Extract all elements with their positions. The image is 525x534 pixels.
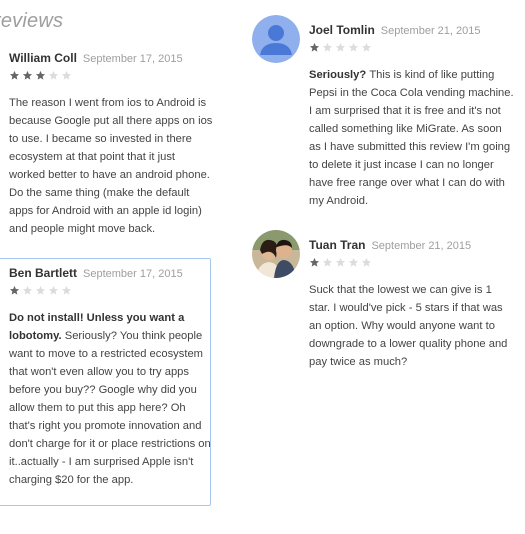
review-body: Seriously? This is kind of like putting …	[309, 66, 515, 210]
star-filled-icon	[309, 42, 320, 53]
review-headline: Seriously?	[309, 69, 370, 81]
star-rating	[9, 70, 213, 82]
star-filled-icon	[9, 70, 20, 81]
star-empty-icon	[22, 285, 33, 296]
section-title: reviews	[0, 10, 64, 32]
review-text: This is kind of like putting Pepsi in th…	[309, 69, 514, 207]
star-empty-icon	[61, 70, 72, 81]
review-card: Joel Tomlin September 21, 2015 Seriously…	[309, 23, 515, 210]
star-empty-icon	[348, 257, 359, 268]
star-filled-icon	[9, 285, 20, 296]
review-card: Tuan Tran September 21, 2015 Suck that t…	[309, 238, 515, 371]
review-card: William Coll September 17, 2015 The reas…	[9, 51, 213, 238]
star-rating	[309, 257, 515, 269]
star-empty-icon	[61, 285, 72, 296]
review-author[interactable]: Joel Tomlin	[309, 23, 375, 37]
star-empty-icon	[322, 257, 333, 268]
star-empty-icon	[348, 42, 359, 53]
star-filled-icon	[22, 70, 33, 81]
star-empty-icon	[361, 257, 372, 268]
star-empty-icon	[48, 285, 59, 296]
review-author[interactable]: William Coll	[9, 51, 77, 65]
review-author[interactable]: Ben Bartlett	[9, 266, 77, 280]
star-rating	[9, 285, 213, 297]
star-empty-icon	[335, 257, 346, 268]
review-text: The reason I went from ios to Android is…	[9, 97, 213, 235]
review-date: September 21, 2015	[380, 25, 481, 37]
star-filled-icon	[309, 257, 320, 268]
review-text: Suck that the lowest we can give is 1 st…	[309, 284, 508, 368]
star-empty-icon	[361, 42, 372, 53]
review-date: September 17, 2015	[82, 53, 183, 65]
photo-avatar[interactable]	[252, 230, 300, 278]
star-rating	[309, 42, 515, 54]
review-body: Suck that the lowest we can give is 1 st…	[309, 281, 515, 371]
review-body: Do not install! Unless you want a loboto…	[9, 309, 213, 489]
review-card: Ben Bartlett September 17, 2015 Do not i…	[9, 266, 213, 489]
review-author[interactable]: Tuan Tran	[309, 238, 365, 252]
star-empty-icon	[335, 42, 346, 53]
review-body: The reason I went from ios to Android is…	[9, 94, 213, 238]
star-empty-icon	[35, 285, 46, 296]
star-filled-icon	[35, 70, 46, 81]
review-text: Seriously? You think people want to move…	[9, 330, 211, 486]
review-date: September 21, 2015	[371, 240, 472, 252]
star-empty-icon	[322, 42, 333, 53]
review-date: September 17, 2015	[83, 268, 183, 280]
default-avatar-icon[interactable]	[252, 15, 300, 63]
star-empty-icon	[48, 70, 59, 81]
